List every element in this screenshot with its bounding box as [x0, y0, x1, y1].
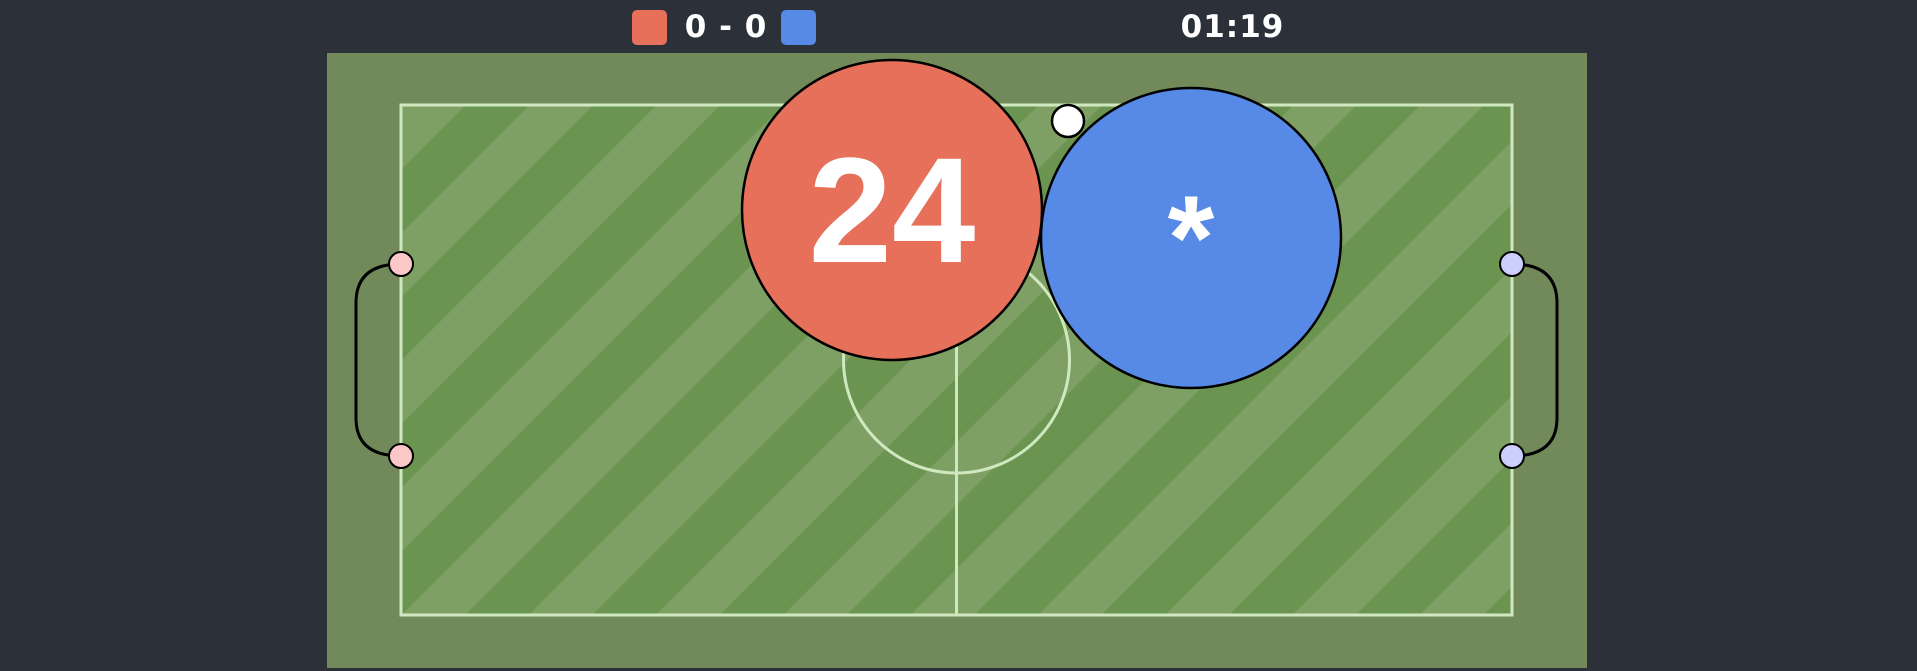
red-player-label: 24: [809, 126, 976, 294]
blue-player[interactable]: *: [1039, 86, 1343, 390]
blue-player-label: *: [1168, 171, 1215, 305]
ball-icon[interactable]: [1050, 103, 1086, 139]
red-goal-post-bottom: [388, 443, 414, 469]
blue-score: 0: [744, 9, 768, 45]
scoreboard: 0 - 0 01:19: [0, 0, 1917, 53]
blue-goal-post-top: [1499, 251, 1525, 277]
red-score: 0: [684, 9, 708, 45]
blue-team-chip: [781, 10, 816, 45]
score-separator: -: [719, 9, 733, 45]
field-canvas: 24 *: [327, 53, 1587, 668]
red-player[interactable]: 24: [740, 58, 1044, 362]
score-display: 0 - 0: [676, 7, 776, 47]
red-goal-post-top: [388, 251, 414, 277]
blue-goal-post-bottom: [1499, 443, 1525, 469]
game-screen: 0 - 0 01:19 24 *: [0, 0, 1917, 671]
match-timer: 01:19: [1180, 9, 1285, 45]
playing-field: 24 *: [327, 53, 1587, 668]
red-team-chip: [632, 10, 667, 45]
